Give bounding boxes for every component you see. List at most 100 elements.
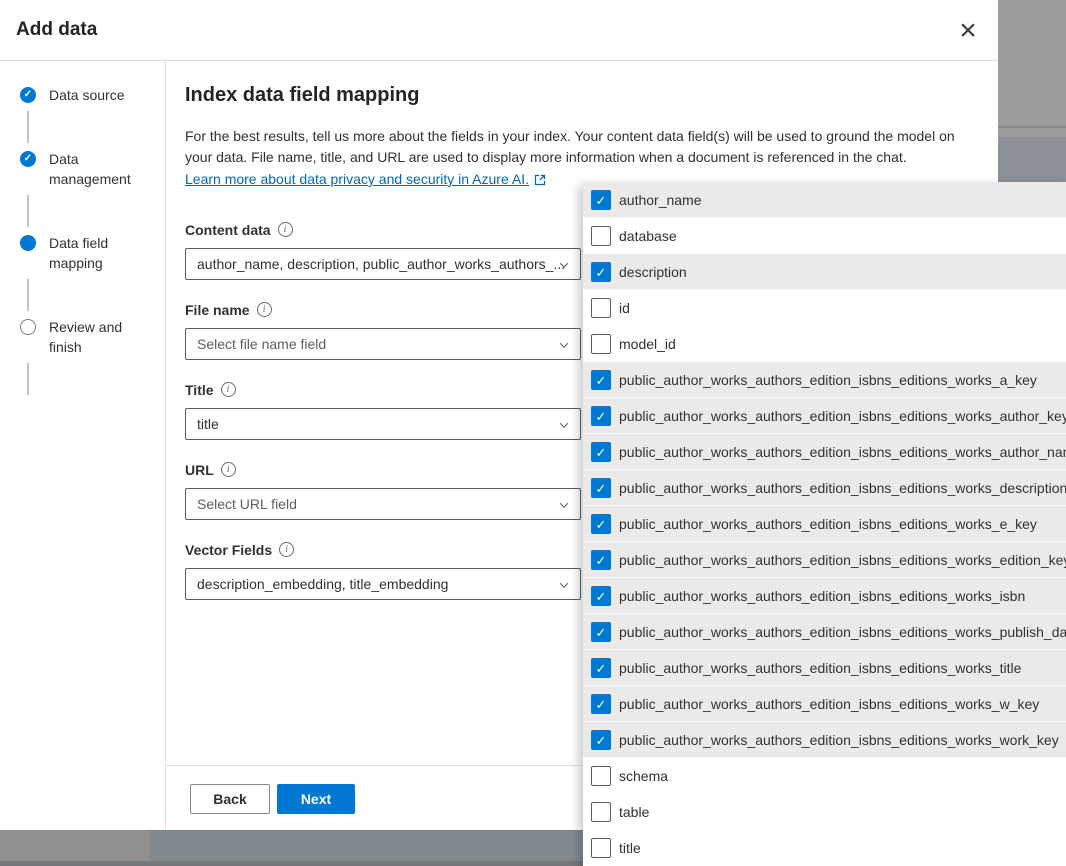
dropdown-option-label: public_author_works_authors_edition_isbn… — [619, 516, 1037, 532]
close-icon: × — [959, 16, 977, 46]
field-label: File name — [185, 302, 250, 318]
step-connector — [27, 195, 29, 227]
chevron-down-icon — [558, 339, 570, 351]
checkbox[interactable] — [591, 838, 611, 858]
form-field: Content data i author_name, description,… — [185, 220, 581, 280]
dropdown-option-row[interactable]: author_name — [583, 182, 1066, 218]
wizard-step[interactable]: Data management — [20, 149, 160, 227]
form-field: Vector Fields i description_embedding, t… — [185, 540, 581, 600]
page-title: Index data field mapping — [185, 84, 419, 107]
checkbox[interactable] — [591, 190, 611, 210]
field-label-row: File name i — [185, 300, 581, 319]
dropdown-option-row[interactable]: public_author_works_authors_edition_isbn… — [583, 722, 1066, 758]
step-label: Data source — [49, 85, 124, 105]
dropdown-option-row[interactable]: title — [583, 830, 1066, 866]
checkbox[interactable] — [591, 406, 611, 426]
dialog-title: Add data — [16, 19, 97, 41]
wizard-stepper: Data source Data management Data field m… — [20, 85, 160, 401]
dropdown-option-row[interactable]: model_id — [583, 326, 1066, 362]
dropdown-option-row[interactable]: public_author_works_authors_edition_isbn… — [583, 686, 1066, 722]
checkbox[interactable] — [591, 622, 611, 642]
checkbox[interactable] — [591, 514, 611, 534]
dropdown-option-row[interactable]: public_author_works_authors_edition_isbn… — [583, 398, 1066, 434]
dropdown-option-label: id — [619, 300, 630, 316]
dropdown-option-label: public_author_works_authors_edition_isbn… — [619, 624, 1066, 640]
info-icon[interactable]: i — [279, 542, 294, 557]
chevron-down-icon — [558, 499, 570, 511]
checkbox[interactable] — [591, 298, 611, 318]
dropdown-option-row[interactable]: public_author_works_authors_edition_isbn… — [583, 362, 1066, 398]
next-button[interactable]: Next — [277, 784, 355, 814]
step-label: Data field mapping — [49, 233, 145, 273]
step-connector — [27, 363, 29, 395]
checkbox[interactable] — [591, 694, 611, 714]
close-button[interactable]: × — [950, 13, 986, 49]
dropdown-option-row[interactable]: public_author_works_authors_edition_isbn… — [583, 434, 1066, 470]
wizard-step-row: Data source — [20, 85, 160, 105]
step-label: Data management — [49, 149, 145, 189]
checkbox[interactable] — [591, 586, 611, 606]
info-icon[interactable]: i — [221, 382, 236, 397]
dropdown-option-label: schema — [619, 768, 668, 784]
dropdown-option-row[interactable]: public_author_works_authors_edition_isbn… — [583, 578, 1066, 614]
sidebar-divider — [165, 61, 166, 830]
dropdown-option-label: public_author_works_authors_edition_isbn… — [619, 660, 1021, 676]
content-data-dropdown: author_name database description id mode… — [583, 182, 1066, 866]
info-icon[interactable]: i — [221, 462, 236, 477]
field-label: Vector Fields — [185, 542, 272, 558]
step-status-icon — [20, 87, 36, 103]
dropdown-option-row[interactable]: public_author_works_authors_edition_isbn… — [583, 614, 1066, 650]
checkbox[interactable] — [591, 658, 611, 678]
dropdown-option-row[interactable]: public_author_works_authors_edition_isbn… — [583, 506, 1066, 542]
wizard-step[interactable]: Review and finish — [20, 317, 160, 395]
field-combobox[interactable]: Select URL field — [185, 488, 581, 520]
field-combobox[interactable]: description_embedding, title_embedding — [185, 568, 581, 600]
field-label: URL — [185, 462, 214, 478]
checkbox[interactable] — [591, 334, 611, 354]
wizard-step[interactable]: Data field mapping — [20, 233, 160, 311]
dropdown-option-row[interactable]: public_author_works_authors_edition_isbn… — [583, 542, 1066, 578]
dropdown-option-label: model_id — [619, 336, 676, 352]
form-field: Title i title — [185, 380, 581, 440]
dropdown-option-row[interactable]: description — [583, 254, 1066, 290]
checkbox[interactable] — [591, 802, 611, 822]
form-field: File name i Select file name field — [185, 300, 581, 360]
field-label-row: Title i — [185, 380, 581, 399]
wizard-step[interactable]: Data source — [20, 85, 160, 143]
checkbox[interactable] — [591, 262, 611, 282]
field-combobox[interactable]: author_name, description, public_author_… — [185, 248, 581, 280]
intro-text: For the best results, tell us more about… — [185, 126, 980, 190]
combobox-value: description_embedding, title_embedding — [186, 569, 580, 599]
privacy-link[interactable]: Learn more about data privacy and securi… — [185, 169, 546, 190]
dropdown-option-row[interactable]: id — [583, 290, 1066, 326]
dropdown-option-row[interactable]: public_author_works_authors_edition_isbn… — [583, 650, 1066, 686]
info-icon[interactable]: i — [278, 222, 293, 237]
back-button[interactable]: Back — [190, 784, 270, 814]
checkbox[interactable] — [591, 370, 611, 390]
dropdown-option-label: public_author_works_authors_edition_isbn… — [619, 732, 1059, 748]
chevron-down-icon — [558, 259, 570, 271]
field-combobox[interactable]: title — [185, 408, 581, 440]
dropdown-option-label: public_author_works_authors_edition_isbn… — [619, 480, 1066, 496]
field-label-row: Content data i — [185, 220, 581, 239]
wizard-step-row: Data management — [20, 149, 160, 189]
dropdown-option-row[interactable]: schema — [583, 758, 1066, 794]
info-icon[interactable]: i — [257, 302, 272, 317]
dropdown-option-label: database — [619, 228, 677, 244]
field-combobox[interactable]: Select file name field — [185, 328, 581, 360]
chevron-down-icon — [558, 579, 570, 591]
intro-paragraph: For the best results, tell us more about… — [185, 126, 980, 168]
backdrop-divider-line — [998, 126, 1066, 128]
dropdown-option-row[interactable]: database — [583, 218, 1066, 254]
checkbox[interactable] — [591, 550, 611, 570]
checkbox[interactable] — [591, 226, 611, 246]
checkbox[interactable] — [591, 478, 611, 498]
dropdown-option-row[interactable]: table — [583, 794, 1066, 830]
checkbox[interactable] — [591, 442, 611, 462]
checkbox[interactable] — [591, 766, 611, 786]
combobox-value: author_name, description, public_author_… — [186, 249, 580, 279]
combobox-value: Select URL field — [186, 489, 580, 519]
checkbox[interactable] — [591, 730, 611, 750]
dropdown-option-label: public_author_works_authors_edition_isbn… — [619, 372, 1037, 388]
dropdown-option-row[interactable]: public_author_works_authors_edition_isbn… — [583, 470, 1066, 506]
